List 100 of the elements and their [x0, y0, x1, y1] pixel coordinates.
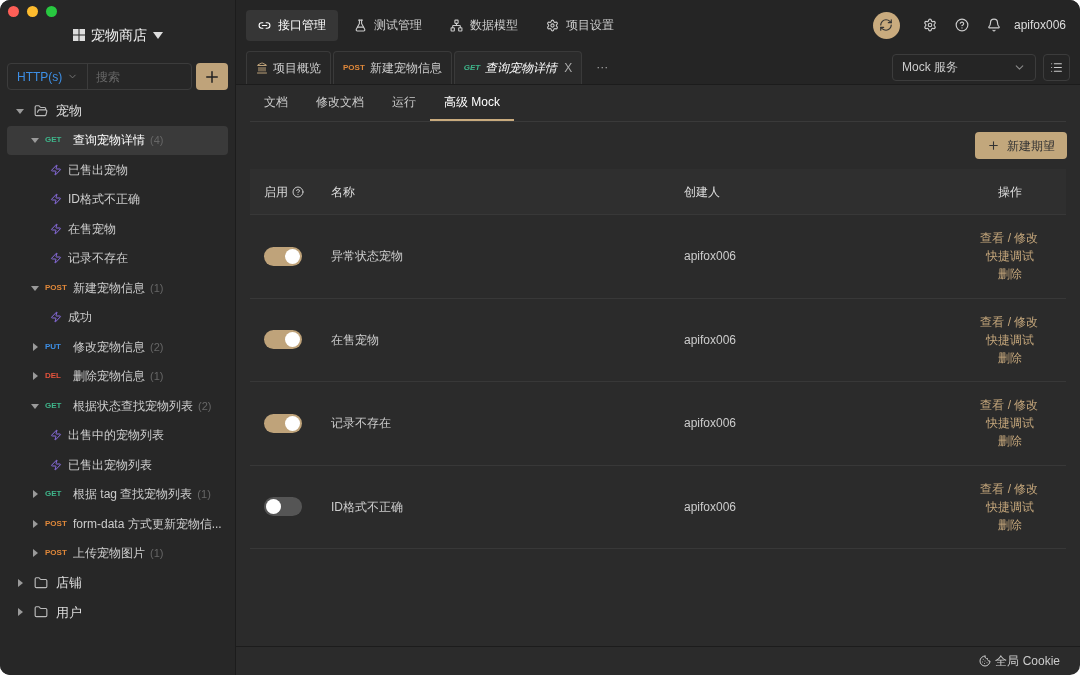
endpoint-item[interactable]: GET 根据 tag 查找宠物列表 (1)	[7, 479, 228, 509]
mock-count: (1)	[197, 487, 211, 502]
caret-right-icon[interactable]	[31, 519, 39, 528]
mock-name: ID格式不正确	[68, 191, 140, 209]
folder-item[interactable]: 用户	[0, 597, 235, 627]
caret-right-icon[interactable]	[16, 578, 24, 587]
action-link[interactable]: 快捷调试	[985, 498, 1034, 515]
endpoint-name: 根据状态查找宠物列表	[73, 397, 193, 415]
method-label: POST	[343, 62, 365, 74]
action-link[interactable]: 查看 / 修改	[980, 313, 1039, 330]
action-link[interactable]: 快捷调试	[985, 248, 1034, 265]
caret-right-icon[interactable]	[31, 342, 39, 351]
search-field[interactable]: 搜索	[88, 64, 191, 89]
caret-down-icon[interactable]	[31, 283, 39, 292]
action-link[interactable]: 快捷调试	[985, 331, 1034, 348]
mock-item[interactable]: 出售中的宠物列表	[0, 420, 235, 450]
folder-name: 店铺	[56, 574, 82, 592]
mock-name: 在售宠物	[68, 220, 116, 238]
environment-select[interactable]: Mock 服务	[892, 53, 1036, 81]
sub-tab[interactable]: 运行	[378, 85, 430, 121]
mock-item[interactable]: 记录不存在	[0, 243, 235, 273]
settings-icon[interactable]	[922, 18, 937, 32]
folder-item[interactable]: 店铺	[0, 568, 235, 598]
nav-tab[interactable]: 接口管理	[246, 9, 338, 41]
mock-item[interactable]: 成功	[0, 302, 235, 332]
search-bar[interactable]: HTTP(s) 搜索	[7, 63, 192, 90]
action-link[interactable]: 查看 / 修改	[980, 480, 1039, 497]
endpoint-item[interactable]: PUT 修改宠物信息 (2)	[7, 332, 228, 362]
sync-button[interactable]	[872, 11, 900, 39]
creator-name: apifox006	[684, 248, 738, 266]
creator-name: apifox006	[684, 331, 738, 349]
caret-down-icon[interactable]	[31, 136, 39, 145]
toggle-switch[interactable]	[264, 246, 302, 266]
mock-name: 已售出宠物列表	[68, 456, 152, 474]
action-link[interactable]: 删除	[997, 516, 1022, 533]
cookie-icon	[979, 655, 992, 667]
folder-name: 用户	[56, 603, 82, 622]
caret-down-icon[interactable]	[31, 401, 39, 410]
sub-tab[interactable]: 文档	[250, 85, 302, 121]
action-link[interactable]: 删除	[997, 349, 1022, 366]
global-cookie-button[interactable]: 全局 Cookie	[995, 652, 1060, 670]
method-label: POST	[45, 517, 68, 530]
method-label: PUT	[45, 340, 62, 353]
folder-item[interactable]: 宠物	[0, 96, 235, 126]
document-tab[interactable]: 项目概览	[246, 51, 331, 84]
action-link[interactable]: 删除	[997, 266, 1022, 283]
action-link[interactable]: 查看 / 修改	[980, 230, 1039, 247]
help-icon[interactable]	[954, 18, 969, 32]
mock-item[interactable]: ID格式不正确	[0, 184, 235, 214]
mock-item[interactable]: 已售出宠物列表	[0, 450, 235, 480]
method-label: POST	[45, 281, 68, 294]
mock-name: ID格式不正确	[331, 498, 404, 516]
caret-right-icon[interactable]	[31, 490, 39, 499]
add-button[interactable]	[196, 63, 228, 90]
close-tab-button[interactable]: X	[564, 59, 573, 77]
nav-tab[interactable]: 测试管理	[342, 9, 434, 41]
column-header: 启用	[264, 183, 288, 201]
action-link[interactable]: 查看 / 修改	[980, 397, 1039, 414]
project-title[interactable]: 宠物商店	[90, 24, 147, 46]
toggle-switch[interactable]	[264, 413, 302, 433]
more-tabs-button[interactable]: ···	[596, 58, 609, 76]
protocol-select[interactable]: HTTP(s)	[8, 64, 89, 89]
tab-label: 项目概览	[273, 60, 321, 77]
tab-label: 新建宠物信息	[369, 60, 442, 77]
new-expectation-button[interactable]: 新建期望	[975, 132, 1067, 159]
endpoint-item[interactable]: GET 根据状态查找宠物列表 (2)	[7, 391, 228, 421]
endpoint-item[interactable]: POST 上传宠物图片 (1)	[7, 538, 228, 568]
method-label: GET	[45, 488, 63, 501]
nav-tab[interactable]: 项目设置	[534, 9, 626, 41]
caret-right-icon[interactable]	[16, 608, 24, 617]
folder-icon	[34, 605, 48, 620]
mock-item[interactable]: 在售宠物	[0, 214, 235, 244]
lightning-icon	[50, 163, 62, 176]
caret-down-icon[interactable]	[16, 106, 24, 115]
user-name[interactable]: apifox006	[1013, 16, 1066, 34]
action-link[interactable]: 快捷调试	[985, 415, 1034, 432]
list-button[interactable]	[1043, 53, 1070, 81]
minimize-window-button[interactable]	[27, 6, 38, 17]
toggle-switch[interactable]	[264, 330, 302, 350]
lightning-icon	[50, 252, 62, 265]
endpoint-item[interactable]: POST 新建宠物信息 (1)	[7, 273, 228, 303]
toggle-switch[interactable]	[264, 497, 302, 517]
maximize-window-button[interactable]	[46, 6, 57, 17]
mock-count: (2)	[150, 339, 164, 355]
column-header: 操作	[996, 183, 1022, 201]
action-link[interactable]: 删除	[997, 433, 1022, 450]
endpoint-item[interactable]: POST form-data 方式更新宠物信...	[7, 509, 228, 539]
sub-tab[interactable]: 修改文档	[302, 85, 378, 121]
caret-right-icon[interactable]	[31, 372, 39, 381]
close-window-button[interactable]	[8, 6, 19, 17]
bell-icon[interactable]	[986, 18, 1001, 32]
document-tab[interactable]: GET 查询宠物详情 X	[453, 51, 583, 84]
endpoint-name: 根据 tag 查找宠物列表	[73, 486, 193, 504]
lightning-icon	[50, 193, 62, 206]
nav-tab[interactable]: 数据模型	[438, 9, 530, 41]
sub-tab[interactable]: 高级 Mock	[430, 85, 514, 121]
document-tab[interactable]: POST 新建宠物信息	[333, 51, 452, 84]
endpoint-item[interactable]: DEL 删除宠物信息 (1)	[7, 361, 228, 391]
caret-right-icon[interactable]	[31, 549, 39, 558]
mock-item[interactable]: 已售出宠物	[0, 155, 235, 185]
